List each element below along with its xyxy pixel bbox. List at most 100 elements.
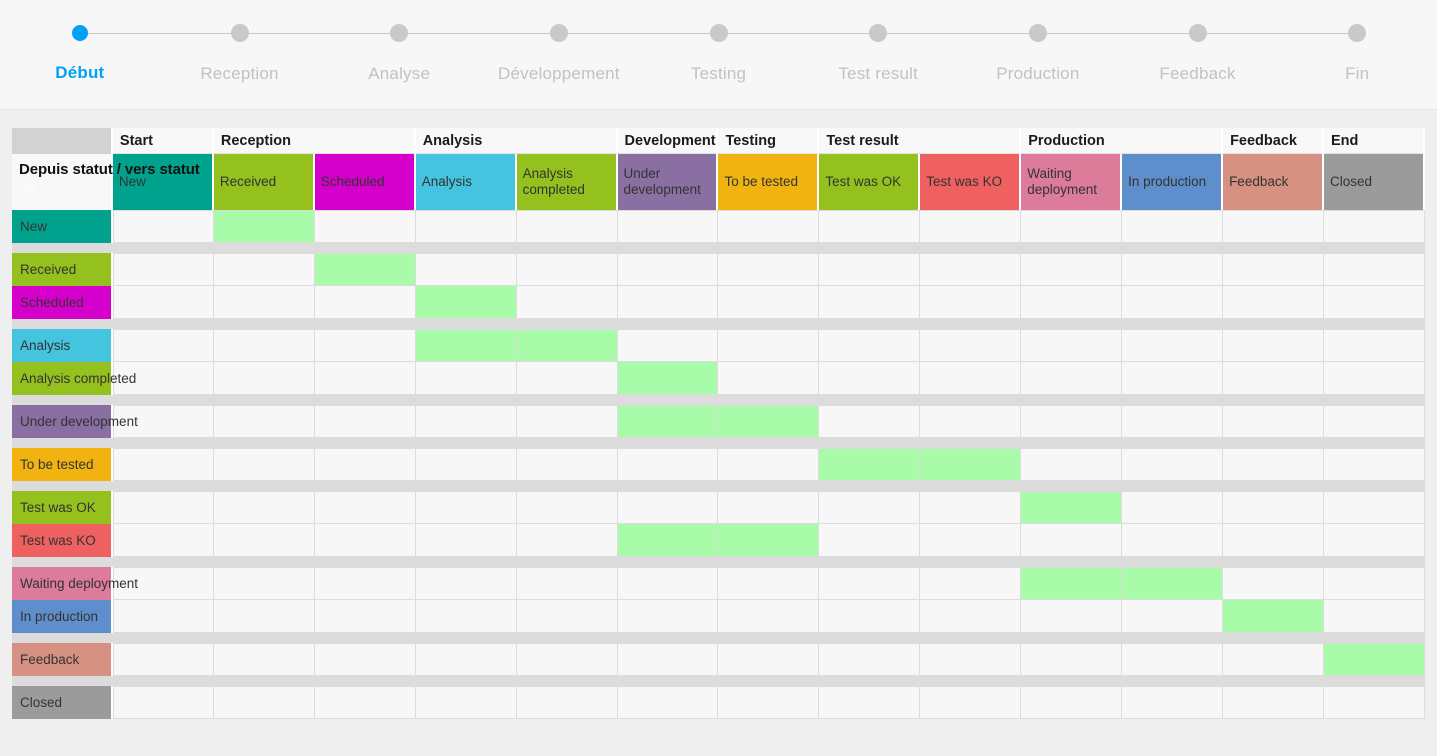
transition-cell-allowed[interactable]: [819, 448, 921, 481]
column-status-closed[interactable]: Closed: [1323, 154, 1425, 210]
stepper-step-d-veloppement[interactable]: Développement: [479, 0, 639, 84]
transition-cell-empty[interactable]: [516, 686, 618, 719]
transition-cell-empty[interactable]: [617, 329, 719, 362]
transition-cell-empty[interactable]: [415, 567, 517, 600]
transition-cell-allowed[interactable]: [1323, 643, 1425, 676]
transition-cell-empty[interactable]: [1122, 643, 1224, 676]
transition-cell-empty[interactable]: [516, 600, 618, 633]
transition-cell-empty[interactable]: [112, 600, 214, 633]
transition-cell-allowed[interactable]: [213, 210, 315, 243]
transition-cell-allowed[interactable]: [718, 524, 820, 557]
row-status-analysis-completed[interactable]: Analysis completed: [12, 362, 136, 395]
column-status-analysis-completed[interactable]: Analysis completed: [516, 154, 618, 210]
stepper-step-test-result[interactable]: Test result: [798, 0, 959, 84]
transition-cell-empty[interactable]: [718, 491, 820, 524]
transition-cell-empty[interactable]: [920, 405, 1022, 438]
transition-cell-empty[interactable]: [1323, 491, 1425, 524]
transition-cell-empty[interactable]: [516, 286, 618, 319]
transition-cell-empty[interactable]: [819, 329, 921, 362]
transition-cell-empty[interactable]: [415, 643, 517, 676]
transition-cell-empty[interactable]: [1223, 405, 1324, 438]
transition-cell-empty[interactable]: [1021, 362, 1123, 395]
row-status-test-was-ok[interactable]: Test was OK: [12, 491, 113, 524]
row-status-in-production[interactable]: In production: [12, 600, 113, 633]
transition-cell-empty[interactable]: [112, 286, 214, 319]
transition-cell-empty[interactable]: [1223, 210, 1324, 243]
transition-cell-allowed[interactable]: [415, 286, 517, 319]
transition-cell-empty[interactable]: [1323, 686, 1425, 719]
transition-cell-empty[interactable]: [1122, 286, 1224, 319]
stepper-step-analyse[interactable]: Analyse: [319, 0, 480, 84]
transition-cell-empty[interactable]: [1223, 567, 1324, 600]
transition-cell-empty[interactable]: [112, 210, 214, 243]
transition-cell-empty[interactable]: [1021, 253, 1123, 286]
transition-cell-empty[interactable]: [112, 448, 214, 481]
stepper-dot-icon[interactable]: [1028, 24, 1047, 42]
transition-cell-empty[interactable]: [920, 686, 1022, 719]
transition-cell-empty[interactable]: [819, 210, 921, 243]
transition-cell-empty[interactable]: [617, 491, 719, 524]
sort-arrow-icon[interactable]: [19, 180, 41, 196]
transition-cell-empty[interactable]: [213, 567, 315, 600]
transition-cell-empty[interactable]: [920, 600, 1022, 633]
transition-cell-empty[interactable]: [1323, 329, 1425, 362]
transition-cell-empty[interactable]: [415, 405, 517, 438]
transition-cell-empty[interactable]: [1323, 253, 1425, 286]
column-status-feedback[interactable]: Feedback: [1223, 154, 1324, 210]
transition-cell-empty[interactable]: [819, 686, 921, 719]
transition-cell-empty[interactable]: [718, 600, 820, 633]
transition-cell-empty[interactable]: [314, 405, 416, 438]
transition-cell-empty[interactable]: [213, 643, 315, 676]
transition-cell-empty[interactable]: [1021, 405, 1123, 438]
stepper-step-production[interactable]: Production: [958, 0, 1118, 84]
transition-cell-empty[interactable]: [415, 491, 517, 524]
stepper-dot-icon[interactable]: [71, 25, 88, 41]
column-status-test-was-ok[interactable]: Test was OK: [819, 154, 921, 210]
transition-cell-empty[interactable]: [415, 524, 517, 557]
column-status-to-be-tested[interactable]: To be tested: [718, 154, 820, 210]
row-status-received[interactable]: Received: [12, 253, 113, 286]
transition-cell-empty[interactable]: [920, 524, 1022, 557]
transition-cell-empty[interactable]: [516, 567, 618, 600]
transition-cell-empty[interactable]: [819, 567, 921, 600]
transition-cell-empty[interactable]: [516, 210, 618, 243]
transition-cell-empty[interactable]: [112, 643, 214, 676]
transition-cell-empty[interactable]: [516, 362, 618, 395]
stepper-step-fin[interactable]: Fin: [1277, 0, 1437, 84]
transition-cell-empty[interactable]: [617, 600, 719, 633]
row-status-analysis[interactable]: Analysis: [12, 329, 113, 362]
transition-cell-empty[interactable]: [314, 329, 416, 362]
transition-cell-empty[interactable]: [1323, 524, 1425, 557]
transition-cell-empty[interactable]: [314, 448, 416, 481]
transition-cell-empty[interactable]: [213, 286, 315, 319]
transition-cell-empty[interactable]: [617, 253, 719, 286]
transition-cell-empty[interactable]: [1122, 491, 1224, 524]
transition-cell-empty[interactable]: [920, 362, 1022, 395]
transition-cell-empty[interactable]: [1323, 567, 1425, 600]
transition-cell-empty[interactable]: [415, 362, 517, 395]
row-status-to-be-tested[interactable]: To be tested: [12, 448, 113, 481]
transition-cell-empty[interactable]: [1323, 286, 1425, 319]
transition-cell-empty[interactable]: [718, 448, 820, 481]
transition-cell-empty[interactable]: [1323, 600, 1425, 633]
row-status-feedback[interactable]: Feedback: [12, 643, 113, 676]
transition-cell-allowed[interactable]: [1122, 567, 1224, 600]
transition-cell-empty[interactable]: [1223, 329, 1324, 362]
transition-cell-allowed[interactable]: [516, 329, 618, 362]
transition-cell-empty[interactable]: [718, 329, 820, 362]
transition-cell-empty[interactable]: [213, 491, 315, 524]
row-status-test-was-ko[interactable]: Test was KO: [12, 524, 113, 557]
stepper-dot-icon[interactable]: [549, 24, 568, 42]
transition-cell-empty[interactable]: [1021, 686, 1123, 719]
transition-cell-allowed[interactable]: [415, 329, 517, 362]
transition-cell-empty[interactable]: [314, 600, 416, 633]
column-status-received[interactable]: Received: [213, 154, 315, 210]
transition-cell-empty[interactable]: [1323, 362, 1425, 395]
transition-cell-empty[interactable]: [819, 643, 921, 676]
transition-cell-empty[interactable]: [1021, 286, 1123, 319]
transition-cell-empty[interactable]: [415, 210, 517, 243]
transition-cell-empty[interactable]: [1223, 253, 1324, 286]
transition-cell-empty[interactable]: [1122, 210, 1224, 243]
transition-cell-empty[interactable]: [819, 600, 921, 633]
transition-cell-empty[interactable]: [516, 448, 618, 481]
